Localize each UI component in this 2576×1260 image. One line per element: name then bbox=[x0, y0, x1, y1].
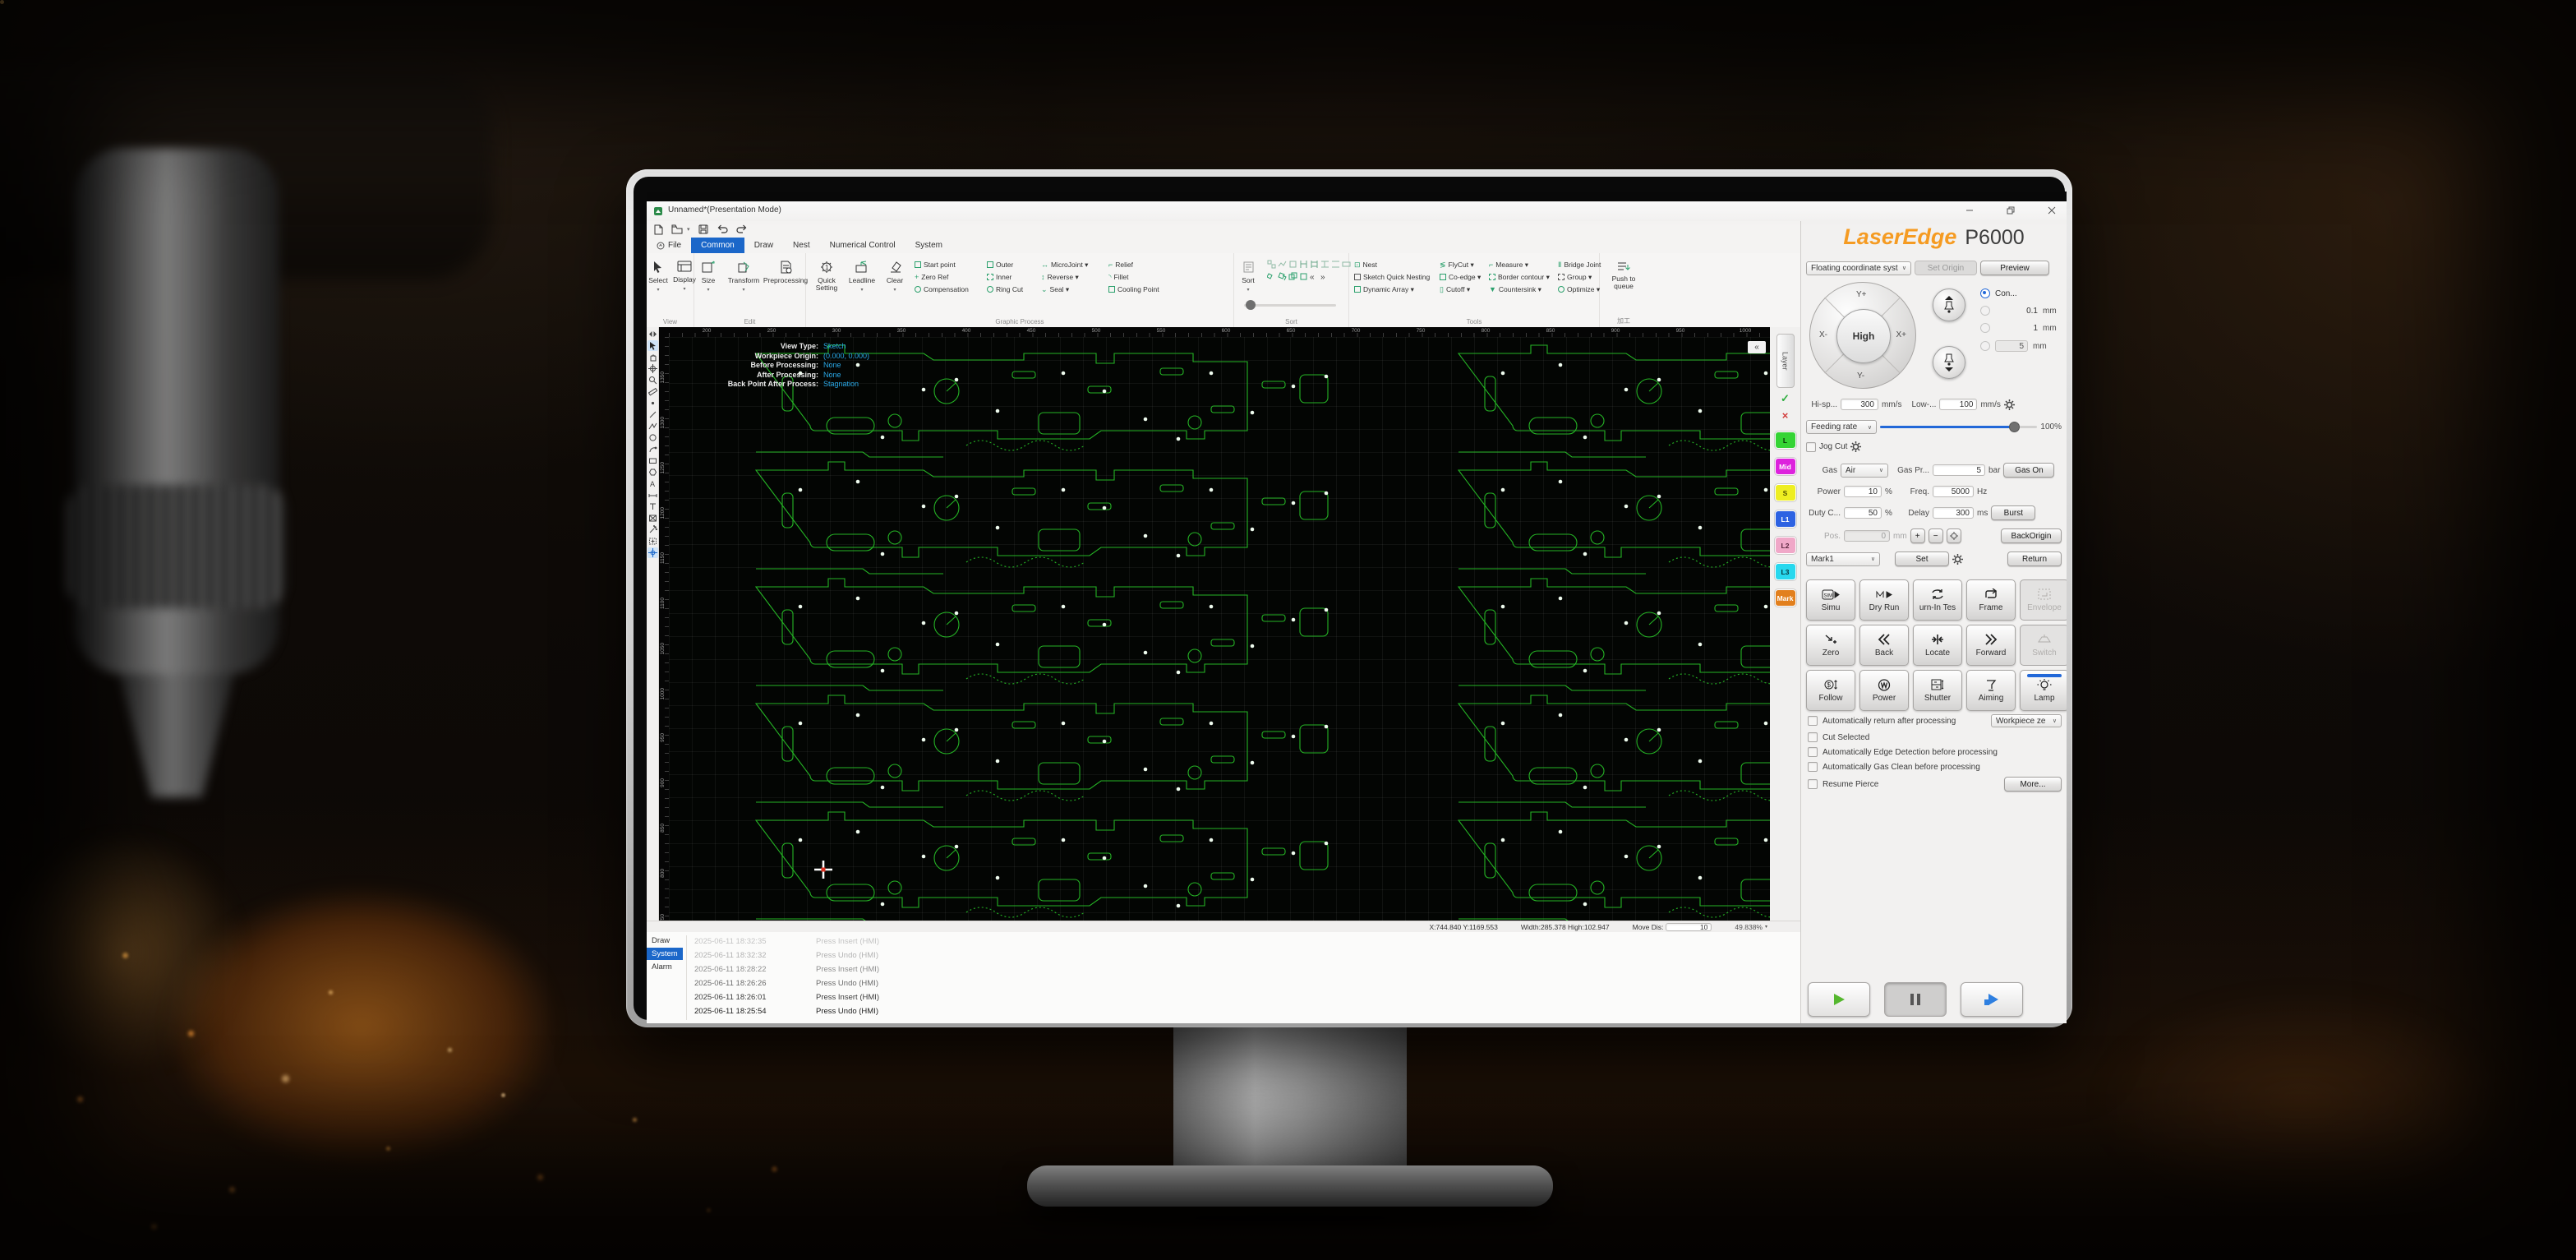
background-scene: Unnamed*(Presentation Mode) ▾ bbox=[0, 0, 2576, 1260]
vignette bbox=[0, 0, 2576, 1260]
